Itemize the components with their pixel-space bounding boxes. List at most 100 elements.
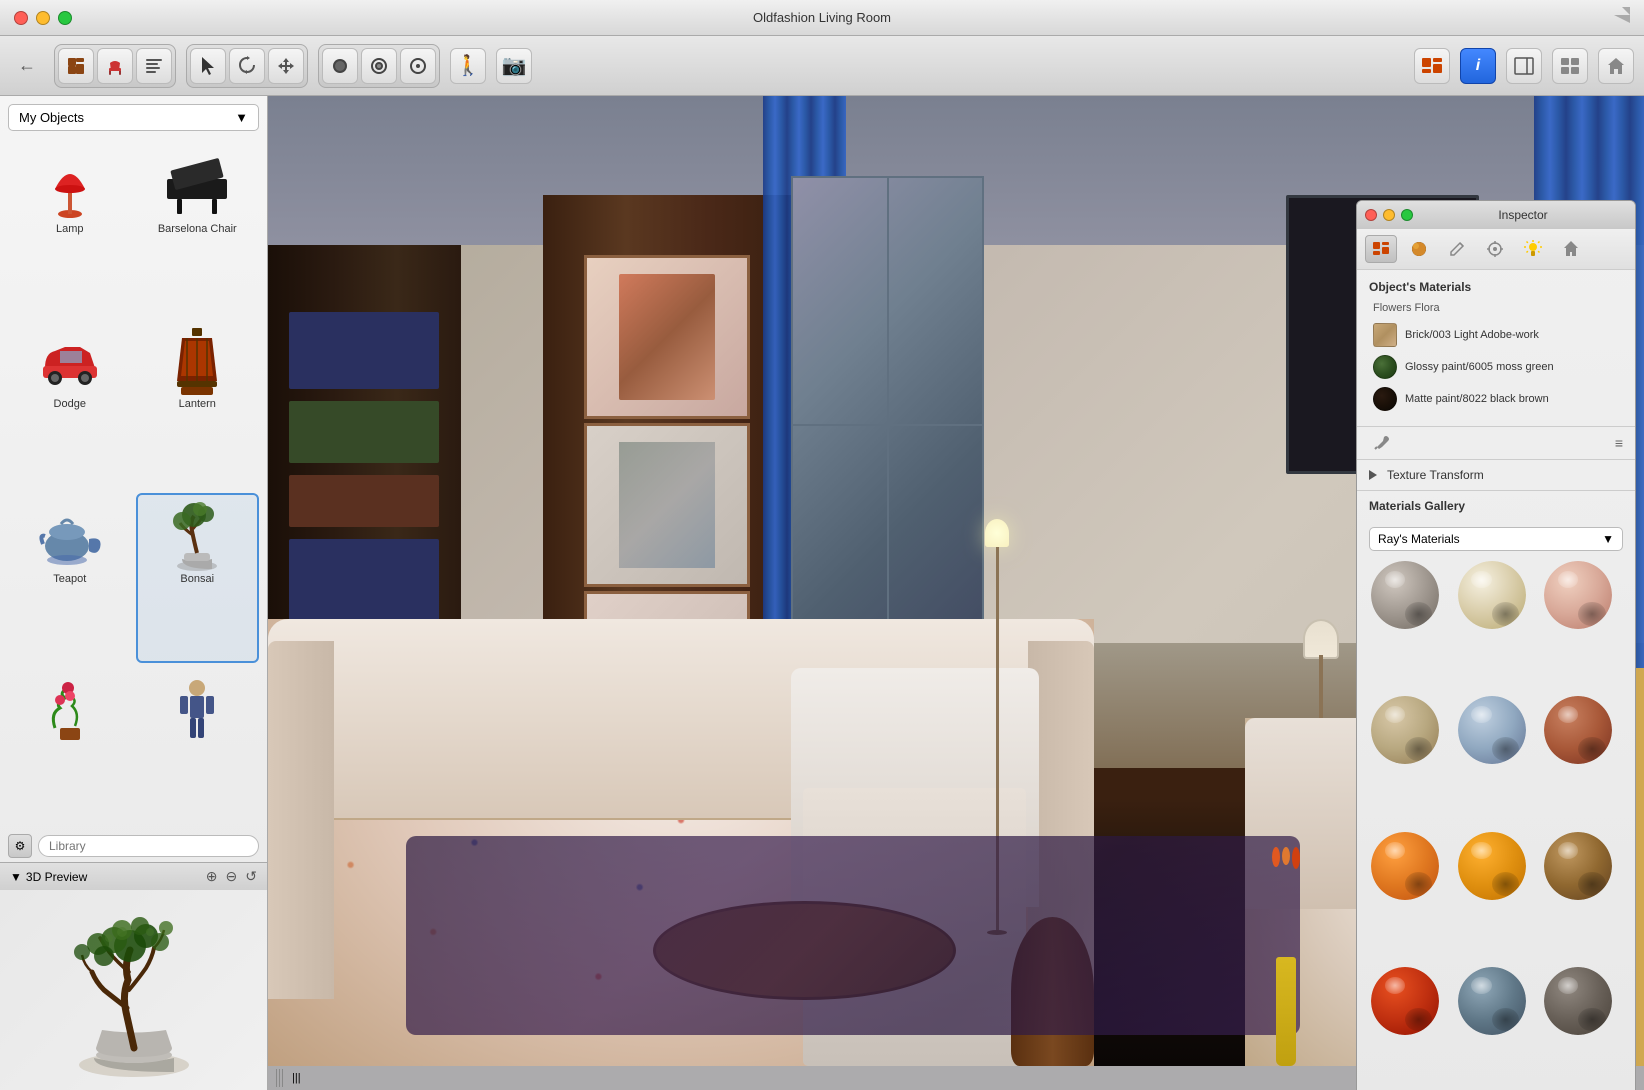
rotate-tool-button[interactable] bbox=[229, 48, 265, 84]
render-full-button[interactable] bbox=[400, 48, 436, 84]
view-mode-button[interactable] bbox=[1552, 48, 1588, 84]
inspector-close-button[interactable] bbox=[1365, 209, 1377, 221]
reset-view-button[interactable]: ↺ bbox=[245, 868, 257, 885]
move-tool-button[interactable] bbox=[268, 48, 304, 84]
render360-button[interactable] bbox=[361, 48, 397, 84]
preview-label: 3D Preview bbox=[26, 870, 87, 884]
object-item-plants[interactable] bbox=[8, 667, 132, 826]
viewport[interactable]: ||| Inspector bbox=[268, 96, 1644, 1090]
preview-title: ▼ 3D Preview bbox=[10, 870, 87, 884]
lantern-icon bbox=[157, 326, 237, 396]
texture-transform-header[interactable]: Texture Transform bbox=[1369, 468, 1623, 482]
close-button[interactable] bbox=[14, 11, 28, 25]
preview-header[interactable]: ▼ 3D Preview ⊕ ⊖ ↺ bbox=[0, 863, 267, 890]
lantern-label: Lantern bbox=[179, 398, 216, 410]
material-menu-button[interactable]: ≡ bbox=[1615, 435, 1623, 451]
gallery-sphere-2[interactable] bbox=[1456, 559, 1528, 631]
object-item-teapot[interactable]: Teapot bbox=[8, 493, 132, 664]
gallery-sphere-9[interactable] bbox=[1542, 830, 1614, 902]
rug bbox=[406, 836, 1300, 1035]
gallery-dropdown-label: Ray's Materials bbox=[1378, 532, 1460, 546]
preview-section: ▼ 3D Preview ⊕ ⊖ ↺ bbox=[0, 862, 267, 1090]
toggle-panels-button[interactable] bbox=[1506, 48, 1542, 84]
gallery-sphere-11[interactable] bbox=[1456, 965, 1528, 1037]
back-button[interactable]: ← bbox=[10, 51, 44, 80]
preview-area bbox=[0, 890, 267, 1090]
inspector-minimize-button[interactable] bbox=[1383, 209, 1395, 221]
toolbar-group-select bbox=[186, 44, 308, 88]
materials-gallery-title: Materials Gallery bbox=[1369, 499, 1623, 513]
eyedropper-button[interactable] bbox=[1369, 431, 1393, 455]
selected-object-label: Flowers Flora bbox=[1369, 302, 1623, 314]
minimize-button[interactable] bbox=[36, 11, 50, 25]
object-item-dodge[interactable]: Dodge bbox=[8, 318, 132, 489]
texture-transform-section: Texture Transform bbox=[1357, 460, 1635, 491]
gallery-grid bbox=[1369, 559, 1623, 1090]
select-tool-button[interactable] bbox=[190, 48, 226, 84]
gallery-sphere-12[interactable] bbox=[1542, 965, 1614, 1037]
inspector-tab-tools[interactable] bbox=[1479, 235, 1511, 263]
room-vase bbox=[1259, 847, 1314, 1066]
gallery-sphere-5[interactable] bbox=[1456, 694, 1528, 766]
dodge-label: Dodge bbox=[54, 398, 86, 410]
preview-expand-icon: ▼ bbox=[10, 870, 22, 884]
gallery-sphere-7[interactable] bbox=[1369, 830, 1441, 902]
inspector-tab-objects[interactable] bbox=[1365, 235, 1397, 263]
gallery-sphere-6[interactable] bbox=[1542, 694, 1614, 766]
title-bar: Oldfashion Living Room bbox=[0, 0, 1644, 36]
object-item-lamp[interactable]: Lamp bbox=[8, 143, 132, 314]
plants-icon bbox=[30, 675, 110, 745]
material-name-moss: Glossy paint/6005 moss green bbox=[1405, 360, 1554, 374]
toolbar-objects-button[interactable] bbox=[58, 48, 94, 84]
person-icon bbox=[157, 675, 237, 745]
info-button[interactable]: i bbox=[1460, 48, 1496, 84]
material-swatch-black-brown bbox=[1373, 387, 1397, 411]
lamp-icon bbox=[30, 151, 110, 221]
zoom-out-button[interactable]: ⊖ bbox=[226, 868, 238, 885]
gallery-sphere-8[interactable] bbox=[1456, 830, 1528, 902]
object-item-bonsai[interactable]: Bonsai bbox=[136, 493, 260, 664]
camera-button[interactable]: 📷 bbox=[496, 48, 532, 84]
object-item-lantern[interactable]: Lantern bbox=[136, 318, 260, 489]
record-button[interactable] bbox=[322, 48, 358, 84]
my-objects-dropdown[interactable]: My Objects ▼ bbox=[8, 104, 259, 131]
inspector-tab-edit[interactable] bbox=[1441, 235, 1473, 263]
inspector-tab-light[interactable] bbox=[1517, 235, 1549, 263]
title-bar-resize bbox=[1614, 7, 1630, 28]
gallery-sphere-10[interactable] bbox=[1369, 965, 1441, 1037]
toolbar-list-button[interactable] bbox=[136, 48, 172, 84]
preview-controls: ⊕ ⊖ ↺ bbox=[206, 868, 257, 885]
home-button[interactable] bbox=[1598, 48, 1634, 84]
toolbar-objects-icon[interactable] bbox=[1414, 48, 1450, 84]
toolbar-chair-button[interactable] bbox=[97, 48, 133, 84]
inspector-toolbar bbox=[1357, 229, 1635, 270]
toolbar-group-objects bbox=[54, 44, 176, 88]
object-item-barcelona-chair[interactable]: Barselona Chair bbox=[136, 143, 260, 314]
gallery-sphere-4[interactable] bbox=[1369, 694, 1441, 766]
material-name-black-brown: Matte paint/8022 black brown bbox=[1405, 392, 1549, 406]
barcelona-chair-label: Barselona Chair bbox=[158, 223, 237, 235]
teapot-icon bbox=[30, 501, 110, 571]
inspector-titlebar: Inspector bbox=[1357, 201, 1635, 229]
objects-materials-title: Object's Materials bbox=[1369, 280, 1623, 294]
object-item-person[interactable] bbox=[136, 667, 260, 826]
material-item-black-brown[interactable]: Matte paint/8022 black brown bbox=[1369, 384, 1623, 414]
walk-mode-button[interactable]: 🚶 bbox=[450, 48, 486, 84]
search-input[interactable] bbox=[38, 835, 259, 857]
viewport-indicator: ||| bbox=[292, 1072, 301, 1084]
inspector-title: Inspector bbox=[1419, 208, 1627, 222]
inspector-tab-materials[interactable] bbox=[1403, 235, 1435, 263]
gallery-sphere-1[interactable] bbox=[1369, 559, 1441, 631]
dropdown-arrow: ▼ bbox=[235, 110, 248, 125]
maximize-button[interactable] bbox=[58, 11, 72, 25]
material-item-moss[interactable]: Glossy paint/6005 moss green bbox=[1369, 352, 1623, 382]
resize-handle[interactable] bbox=[276, 1069, 284, 1087]
materials-gallery-dropdown[interactable]: Ray's Materials ▼ bbox=[1369, 527, 1623, 551]
gallery-sphere-3[interactable] bbox=[1542, 559, 1614, 631]
search-bar: ⚙ bbox=[8, 834, 259, 858]
zoom-in-button[interactable]: ⊕ bbox=[206, 868, 218, 885]
material-item-brick[interactable]: Brick/003 Light Adobe-work bbox=[1369, 320, 1623, 350]
search-gear-button[interactable]: ⚙ bbox=[8, 834, 32, 858]
inspector-maximize-button[interactable] bbox=[1401, 209, 1413, 221]
inspector-tab-building[interactable] bbox=[1555, 235, 1587, 263]
